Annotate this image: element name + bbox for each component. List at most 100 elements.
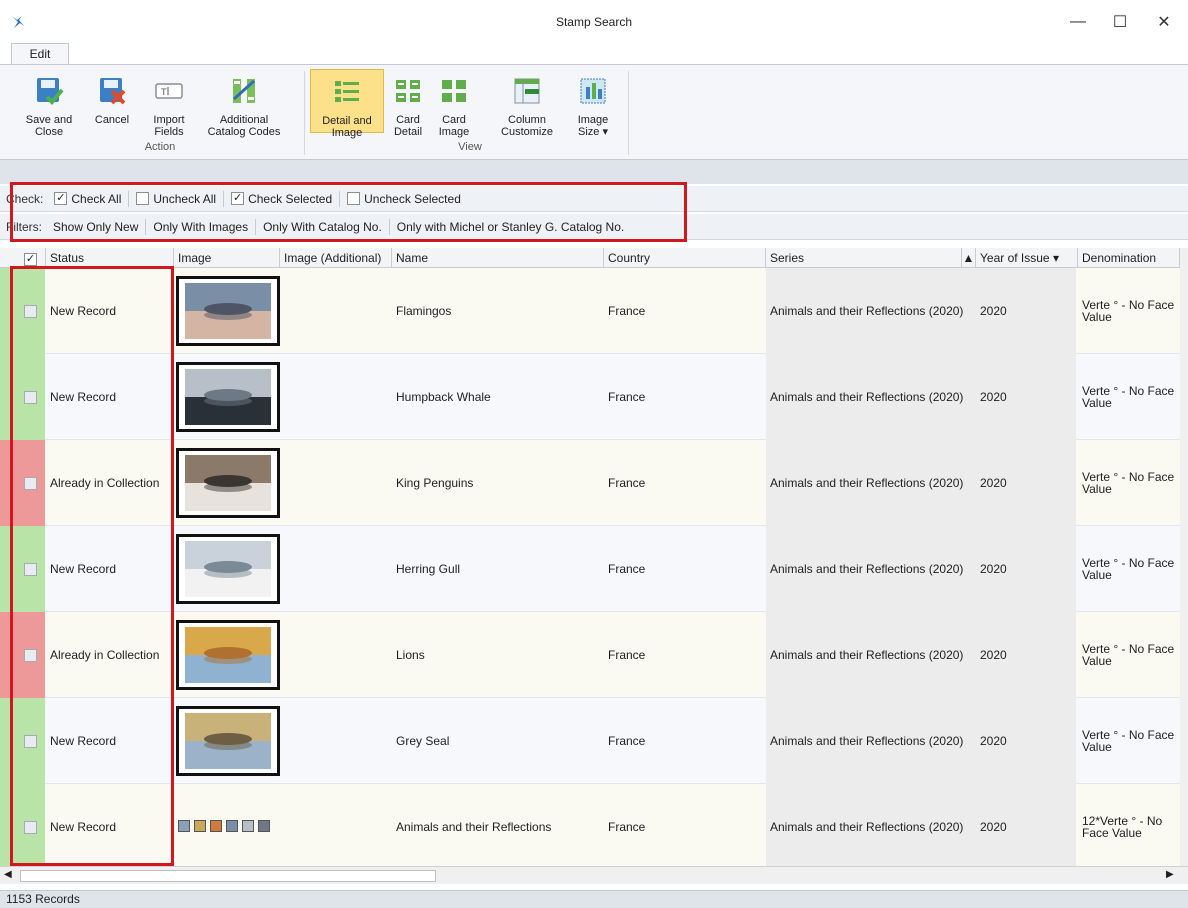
stamp-image[interactable] <box>176 620 280 690</box>
country-cell: France <box>608 562 646 576</box>
stamp-image[interactable] <box>176 706 280 776</box>
scroll-right-icon[interactable]: ▶ <box>1166 869 1174 880</box>
column-customize-label-1: Column <box>508 114 546 126</box>
series-cell: Animals and their Reflections (2020) <box>770 820 964 834</box>
name-cell: Animals and their Reflections <box>396 820 552 834</box>
image-size-button[interactable]: Image Size ▾ <box>570 69 616 138</box>
name-cell: Flamingos <box>396 304 452 318</box>
header-country[interactable]: Country <box>604 248 766 268</box>
card-image-label-2: Image <box>438 126 470 138</box>
additional-catalog-codes-button[interactable]: Additional Catalog Codes <box>196 69 292 138</box>
denomination-cell: 12*Verte ° - No Face Value <box>1082 814 1163 840</box>
country-cell: France <box>608 648 646 662</box>
header-name[interactable]: Name <box>392 248 604 268</box>
country-cell: France <box>608 734 646 748</box>
series-cell: Animals and their Reflections (2020) <box>770 476 964 490</box>
table-row[interactable]: New Record Animals and their Reflections F… <box>0 784 1180 866</box>
name-cell: Herring Gull <box>396 562 461 576</box>
header-denomination[interactable]: Denomination <box>1078 248 1180 268</box>
grid-header: ✓ Status Image Image (Additional) Name C… <box>0 248 1180 268</box>
detail-and-image-button[interactable]: Detail and Image <box>310 69 384 139</box>
header-year-label: Year of Issue <box>980 251 1050 265</box>
minimize-button[interactable]: — <box>1058 8 1098 36</box>
denomination-cell: Verte ° - No Face Value <box>1082 384 1175 410</box>
header-status[interactable]: Status <box>46 248 174 268</box>
column-customize-button[interactable]: Column Customize <box>492 69 562 138</box>
series-cell: Animals and their Reflections (2020) <box>770 304 964 318</box>
denomination-cell: Verte ° - No Face Value <box>1082 470 1175 496</box>
detail-image-icon <box>335 81 359 102</box>
card-detail-icon <box>396 80 420 102</box>
scrollbar-thumb[interactable] <box>20 870 436 882</box>
cancel-icon <box>100 78 126 105</box>
card-image-button[interactable]: Card Image <box>434 69 474 138</box>
year-cell: 2020 <box>980 562 1007 576</box>
checkbox-checked-icon: ✓ <box>24 253 37 266</box>
card-detail-label-2: Detail <box>393 126 423 138</box>
card-image-label-1: Card <box>442 114 466 126</box>
vertical-scrollbar[interactable] <box>1180 248 1188 866</box>
table-row[interactable]: Already in Collection King Penguins France… <box>0 440 1180 526</box>
card-detail-button[interactable]: Card Detail <box>388 69 428 138</box>
column-customize-icon <box>514 78 540 104</box>
ribbon-tabs: Edit <box>0 40 1188 65</box>
close-button[interactable]: ✕ <box>1144 8 1184 36</box>
cancel-label: Cancel <box>94 114 130 126</box>
stamp-image[interactable] <box>176 534 280 604</box>
image-size-icon <box>580 78 606 104</box>
series-cell: Animals and their Reflections (2020) <box>770 390 964 404</box>
stamp-sheet-image[interactable] <box>178 820 270 832</box>
save-and-close-button[interactable]: Save and Close <box>20 69 78 138</box>
tab-edit[interactable]: Edit <box>11 43 69 65</box>
save-and-close-label-2: Close <box>34 126 64 138</box>
stamp-image[interactable] <box>176 362 280 432</box>
import-fields-label-1: Import <box>153 114 185 126</box>
record-count: 1153 Records <box>6 892 80 906</box>
title-bar: Stamp Search — ☐ ✕ <box>0 0 1188 44</box>
header-image[interactable]: Image <box>174 248 280 268</box>
header-year[interactable]: Year of Issue ▾ <box>976 248 1078 268</box>
header-image-additional[interactable]: Image (Additional) <box>280 248 392 268</box>
denomination-cell: Verte ° - No Face Value <box>1082 728 1175 754</box>
cancel-button[interactable]: Cancel <box>88 69 136 133</box>
status-bar: 1153 Records <box>0 890 1188 908</box>
import-fields-icon: T <box>155 83 183 99</box>
catalog-codes-label-1: Additional <box>219 114 269 126</box>
detail-and-image-label-1: Detail and <box>322 115 372 127</box>
import-fields-label-2: Fields <box>154 126 184 138</box>
window-title: Stamp Search <box>555 15 633 29</box>
name-cell: Humpback Whale <box>396 390 491 404</box>
table-row[interactable]: New Record Herring Gull France Animals and … <box>0 526 1180 612</box>
table-row[interactable]: Already in Collection Lions France Animals … <box>0 612 1180 698</box>
denomination-cell: Verte ° - No Face Value <box>1082 556 1175 582</box>
ribbon: Save and Close Cancel T Import Fields Ad… <box>0 64 1188 160</box>
country-cell: France <box>608 820 646 834</box>
header-series[interactable]: Series <box>766 248 962 268</box>
save-close-icon <box>37 78 64 105</box>
import-fields-button[interactable]: T Import Fields <box>146 69 192 138</box>
catalog-codes-icon <box>232 79 256 103</box>
name-cell: Grey Seal <box>396 734 450 748</box>
svg-text:T: T <box>160 88 167 98</box>
ribbon-separator <box>304 71 305 155</box>
detail-and-image-label-2: Image <box>331 127 363 139</box>
country-cell: France <box>608 476 646 490</box>
table-row[interactable]: New Record Grey Seal France Animals and the… <box>0 698 1180 784</box>
table-row[interactable]: New Record Flamingos France Animals and the… <box>0 268 1180 354</box>
year-cell: 2020 <box>980 476 1007 490</box>
save-and-close-label-1: Save and <box>25 114 73 126</box>
year-cell: 2020 <box>980 304 1007 318</box>
table-row[interactable]: New Record Humpback Whale France Animals an… <box>0 354 1180 440</box>
stamp-image[interactable] <box>176 448 280 518</box>
catalog-codes-label-2: Catalog Codes <box>207 126 281 138</box>
horizontal-scrollbar[interactable]: ◀ ▶ <box>0 866 1188 884</box>
scroll-left-icon[interactable]: ◀ <box>4 869 12 880</box>
country-cell: France <box>608 390 646 404</box>
stamp-image[interactable] <box>176 276 280 346</box>
maximize-button[interactable]: ☐ <box>1100 8 1140 36</box>
year-cell: 2020 <box>980 390 1007 404</box>
image-size-label-2: Size ▾ <box>578 126 608 138</box>
header-check-all[interactable]: ✓ <box>20 248 46 268</box>
denomination-cell: Verte ° - No Face Value <box>1082 298 1175 324</box>
image-size-label-1: Image <box>577 114 609 126</box>
